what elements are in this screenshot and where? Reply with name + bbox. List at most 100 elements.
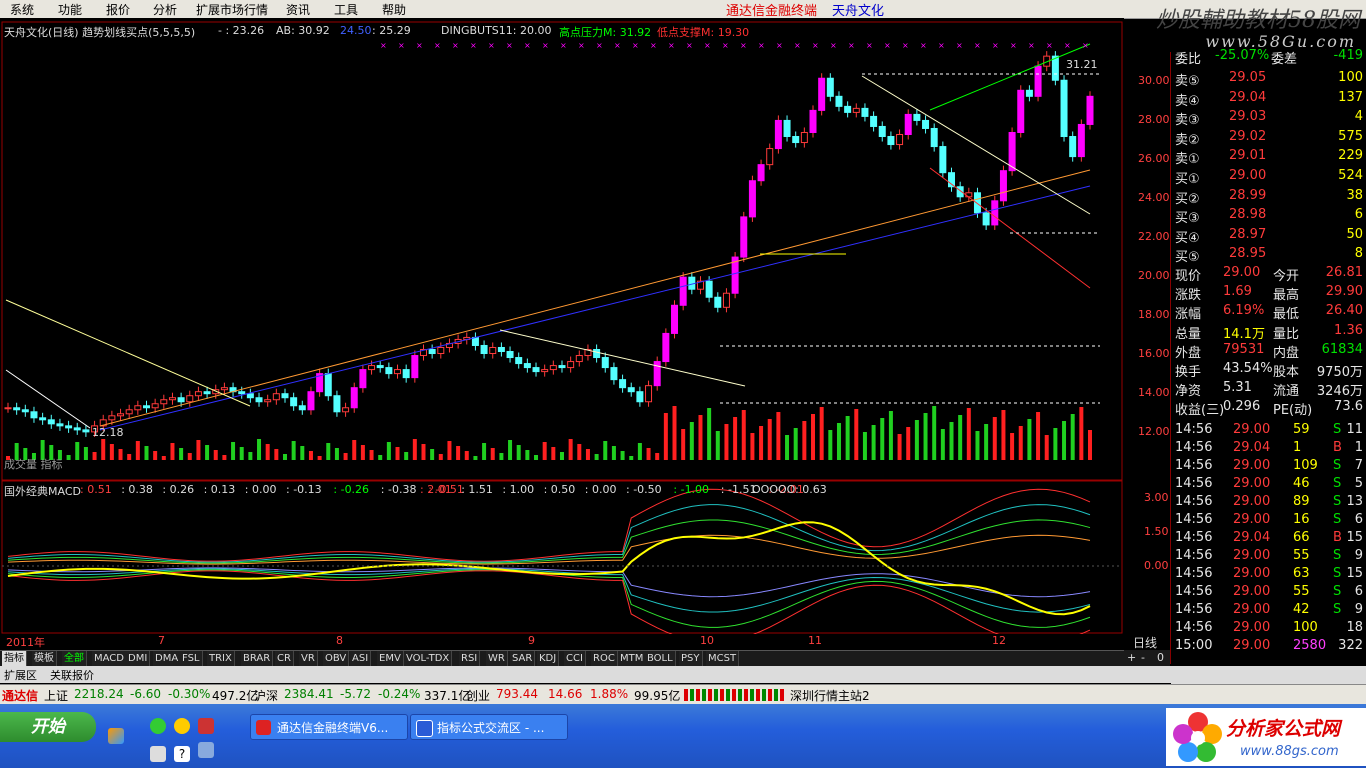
menu-ext-market[interactable]: 扩展市场行情 (196, 1, 268, 18)
tab-mcst[interactable]: MCST (706, 651, 740, 666)
tab-模板[interactable]: 模板 (32, 651, 57, 666)
menu-news[interactable]: 资讯 (286, 1, 310, 18)
high-label: 31.21 (1066, 58, 1098, 71)
tick-row[interactable]: 14:56 29.00 42 S 9 (1173, 602, 1365, 620)
tab-全部[interactable]: 全部 (62, 651, 87, 666)
tab-dmi[interactable]: DMI (126, 651, 151, 666)
tab-cci[interactable]: CCI (564, 651, 586, 666)
sell-level-row[interactable]: 卖③ 29.03 4 (1173, 109, 1365, 128)
quicklaunch-app-icon[interactable] (198, 718, 214, 734)
vol: 4 (1354, 109, 1363, 124)
candle-body (324, 373, 332, 397)
windows-flag-icon[interactable] (108, 728, 124, 744)
tick-row[interactable]: 14:56 29.00 89 S 13 (1173, 494, 1365, 512)
tick-row[interactable]: 14:56 29.04 66 B 15 (1173, 530, 1365, 548)
order-ratio-row[interactable]: 委比 -25.07% 委差 -419 (1173, 48, 1365, 67)
main-chart[interactable]: × × × × × × × × × × × × × × × × × × × × × × × × × × × × × × × × × × × × × × × × (0, 18, 1124, 634)
quicklaunch-ie-icon[interactable] (150, 718, 166, 734)
quicklaunch-browser-icon[interactable] (174, 718, 190, 734)
tab-fsl[interactable]: FSL (180, 651, 203, 666)
tab-指标[interactable]: 指标 (2, 651, 27, 666)
tick-row[interactable]: 14:56 29.00 16 S 6 (1173, 512, 1365, 530)
tick-time: 14:56 (1175, 548, 1213, 563)
tick-row[interactable]: 14:56 29.00 55 S 6 (1173, 584, 1365, 602)
tab-brar[interactable]: BRAR (241, 651, 274, 666)
signal-marker: × (380, 41, 387, 50)
macd-value: : -0.38 (380, 483, 417, 496)
tab-scroll[interactable]: + - 0 (1124, 650, 1170, 666)
related-quote-tab[interactable]: 关联报价 (50, 667, 94, 683)
tab-trix[interactable]: TRIX (207, 651, 235, 666)
menu-tools[interactable]: 工具 (334, 1, 358, 18)
signal-marker: × (884, 41, 891, 50)
volume-bar (845, 416, 850, 460)
sell-level-row[interactable]: 卖① 29.01 229 (1173, 148, 1365, 167)
tab-emv[interactable]: EMV (377, 651, 404, 666)
stat-row[interactable]: 净资 5.31 流通 3246万 (1173, 380, 1365, 399)
tab-vol-tdx[interactable]: VOL-TDX (404, 651, 453, 666)
period-label[interactable]: 日线 (1133, 634, 1157, 651)
tab-zero[interactable]: 0 (1157, 651, 1164, 664)
tab-roc[interactable]: ROC (591, 651, 618, 666)
tab-vr[interactable]: VR (299, 651, 318, 666)
menu-help[interactable]: 帮助 (382, 1, 406, 18)
tick-row[interactable]: 15:00 29.00 2580 322 (1173, 638, 1365, 656)
sell-level-row[interactable]: 卖④ 29.04 137 (1173, 90, 1365, 109)
stat-row[interactable]: 现价 29.00 今开 26.81 (1173, 265, 1365, 284)
tab-psy[interactable]: PSY (679, 651, 703, 666)
tab-dma[interactable]: DMA (153, 651, 182, 666)
tab-cr[interactable]: CR (275, 651, 294, 666)
volume-bar (482, 443, 487, 460)
tab-plus-icon[interactable]: + (1127, 651, 1136, 664)
buy-level-row[interactable]: 买④ 28.97 50 (1173, 227, 1365, 246)
tick-row[interactable]: 14:56 29.00 59 S 11 (1173, 422, 1365, 440)
tab-asi[interactable]: ASI (350, 651, 372, 666)
buy-level-row[interactable]: 买③ 28.98 6 (1173, 207, 1365, 226)
tab-wr[interactable]: WR (486, 651, 508, 666)
sell-level-row[interactable]: 卖② 29.02 575 (1173, 129, 1365, 148)
tick-count: 15 (1346, 530, 1363, 545)
macd-value2: : 2.01 (420, 483, 452, 496)
menu-analysis[interactable]: 分析 (153, 1, 177, 18)
tab-sar[interactable]: SAR (510, 651, 536, 666)
buy-level-row[interactable]: 买① 29.00 524 (1173, 168, 1365, 187)
help-icon[interactable]: ? (174, 746, 190, 762)
stat-row[interactable]: 外盘 79531 内盘 61834 (1173, 342, 1365, 361)
tab-macd[interactable]: MACD (92, 651, 127, 666)
ext-area-tab[interactable]: 扩展区 (4, 667, 37, 683)
tick-row[interactable]: 14:56 29.00 46 S 5 (1173, 476, 1365, 494)
window-icon[interactable] (198, 742, 214, 758)
task-forum[interactable]: 指标公式交流区 - ... (410, 714, 568, 740)
candle-body (1017, 89, 1025, 133)
stat-row[interactable]: 收益(三) 0.296 PE(动) 73.6 (1173, 399, 1365, 418)
tab-minus-icon[interactable]: - (1141, 651, 1145, 664)
task-tdx[interactable]: 通达信金融终端V6... (250, 714, 408, 740)
value: 14.1万 (1223, 326, 1265, 342)
tick-row[interactable]: 14:56 29.00 100 18 (1173, 620, 1365, 638)
stat-row[interactable]: 涨跌 1.69 最高 29.90 (1173, 284, 1365, 303)
menu-function[interactable]: 功能 (58, 1, 82, 18)
buy-level-row[interactable]: 买② 28.99 38 (1173, 188, 1365, 207)
stat-row[interactable]: 换手 43.54% 股本 9750万 (1173, 361, 1365, 380)
tick-row[interactable]: 14:56 29.00 63 S 15 (1173, 566, 1365, 584)
menu-system[interactable]: 系统 (10, 1, 34, 18)
sell-level-row[interactable]: 卖⑤ 29.05 100 (1173, 70, 1365, 89)
tab-mtm[interactable]: MTM (618, 651, 647, 666)
tab-boll[interactable]: BOLL (645, 651, 676, 666)
vol: 8 (1354, 246, 1363, 261)
start-button[interactable]: 开始 (0, 712, 96, 742)
volume-bar (577, 444, 582, 460)
tab-obv[interactable]: OBV (323, 651, 350, 666)
keyboard-icon[interactable] (150, 746, 166, 762)
tab-rsi[interactable]: RSI (459, 651, 481, 666)
buy-level-row[interactable]: 买⑤ 28.95 8 (1173, 246, 1365, 265)
tick-row[interactable]: 14:56 29.00 109 S 7 (1173, 458, 1365, 476)
tab-kdj[interactable]: KDJ (537, 651, 560, 666)
price: 29.00 (1229, 168, 1267, 183)
volume-bar (585, 449, 590, 460)
stat-row[interactable]: 涨幅 6.19% 最低 26.40 (1173, 303, 1365, 322)
tick-row[interactable]: 14:56 29.00 55 S 9 (1173, 548, 1365, 566)
tick-row[interactable]: 14:56 29.04 1 B 1 (1173, 440, 1365, 458)
menu-quote[interactable]: 报价 (106, 1, 130, 18)
stat-row[interactable]: 总量 14.1万 量比 1.36 (1173, 323, 1365, 342)
